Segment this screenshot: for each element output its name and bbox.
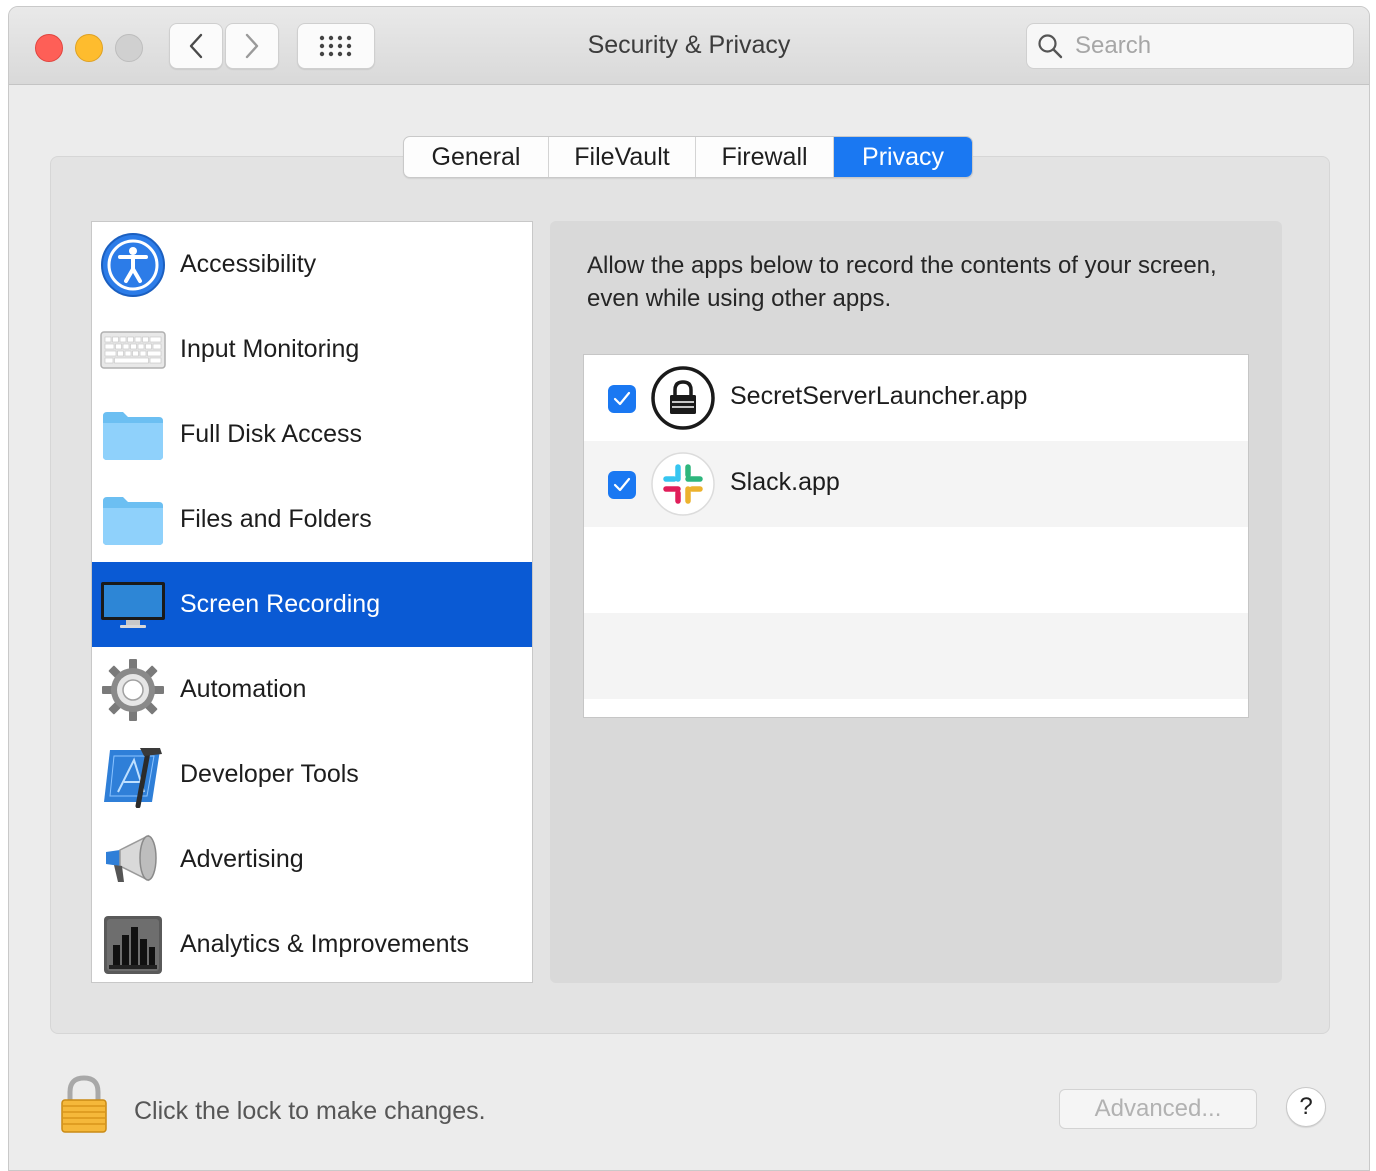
advanced-button[interactable]: Advanced... bbox=[1059, 1089, 1257, 1129]
sidebar-item-files-and-folders[interactable]: Files and Folders bbox=[92, 477, 532, 562]
tab-general[interactable]: General bbox=[404, 137, 549, 177]
sidebar-item-automation[interactable]: Automation bbox=[92, 647, 532, 732]
checkmark-icon bbox=[613, 477, 631, 492]
close-button[interactable] bbox=[35, 34, 63, 62]
padlock-icon bbox=[61, 1075, 107, 1133]
empty-row bbox=[584, 527, 1248, 613]
window-title: Security & Privacy bbox=[587, 31, 791, 59]
back-button[interactable] bbox=[169, 23, 223, 69]
app-checkbox[interactable] bbox=[608, 385, 636, 413]
tab-bar: General FileVault Firewall Privacy bbox=[403, 136, 973, 178]
sidebar-item-developer-tools[interactable]: Developer Tools bbox=[92, 732, 532, 817]
sidebar-item-label: Accessibility bbox=[180, 250, 317, 278]
lock-circle-icon bbox=[650, 365, 716, 431]
app-name: SecretServerLauncher.app bbox=[730, 382, 1028, 410]
folder-icon bbox=[98, 485, 168, 555]
accessibility-icon bbox=[98, 230, 168, 300]
tab-privacy[interactable]: Privacy bbox=[834, 137, 972, 177]
sidebar-item-label: Input Monitoring bbox=[180, 335, 360, 363]
sidebar-item-full-disk-access[interactable]: Full Disk Access bbox=[92, 392, 532, 477]
folder-icon bbox=[98, 400, 168, 470]
forward-button[interactable] bbox=[225, 23, 279, 69]
sidebar-item-label: Advertising bbox=[180, 845, 304, 873]
app-checkbox[interactable] bbox=[608, 471, 636, 499]
app-row[interactable]: SecretServerLauncher.app bbox=[584, 355, 1248, 441]
sidebar-item-label: Files and Folders bbox=[180, 505, 372, 533]
sidebar-item-advertising[interactable]: Advertising bbox=[92, 817, 532, 902]
lock-button[interactable] bbox=[59, 1075, 109, 1140]
zoom-button[interactable] bbox=[115, 34, 143, 62]
analytics-icon bbox=[98, 910, 168, 980]
sidebar-item-label: Automation bbox=[180, 675, 307, 703]
app-list[interactable]: SecretServerLauncher.app Slack.app bbox=[583, 354, 1249, 718]
sidebar-item-label: Developer Tools bbox=[180, 760, 359, 788]
tab-filevault[interactable]: FileVault bbox=[549, 137, 696, 177]
keyboard-icon bbox=[98, 315, 168, 385]
search-field[interactable] bbox=[1026, 23, 1354, 69]
search-input[interactable] bbox=[1073, 28, 1347, 64]
security-privacy-window: Security & Privacy General FileVault Fir… bbox=[8, 6, 1370, 1171]
empty-row bbox=[584, 613, 1248, 699]
chevron-left-icon bbox=[189, 33, 203, 59]
lock-status-text: Click the lock to make changes. bbox=[134, 1097, 486, 1125]
grid-icon bbox=[319, 35, 352, 57]
search-icon bbox=[1038, 34, 1063, 59]
pane-description: Allow the apps below to record the conte… bbox=[587, 252, 1217, 312]
app-row[interactable]: Slack.app bbox=[584, 441, 1248, 527]
title-bar: Security & Privacy bbox=[9, 7, 1369, 85]
sidebar-item-accessibility[interactable]: Accessibility bbox=[92, 222, 532, 307]
sidebar-item-label: Full Disk Access bbox=[180, 420, 362, 448]
developer-tools-icon bbox=[98, 740, 168, 810]
sidebar-item-label: Screen Recording bbox=[180, 590, 381, 618]
slack-icon bbox=[650, 451, 716, 517]
screen-recording-pane: Allow the apps below to record the conte… bbox=[550, 221, 1282, 983]
minimize-button[interactable] bbox=[75, 34, 103, 62]
tab-firewall[interactable]: Firewall bbox=[696, 137, 834, 177]
sidebar-item-screen-recording[interactable]: Screen Recording bbox=[92, 562, 532, 647]
checkmark-icon bbox=[613, 391, 631, 406]
gear-icon bbox=[98, 655, 168, 725]
show-all-button[interactable] bbox=[297, 23, 375, 69]
sidebar-item-label: Analytics & Improvements bbox=[180, 930, 469, 958]
sidebar-item-analytics-improvements[interactable]: Analytics & Improvements bbox=[92, 902, 532, 982]
sidebar-item-input-monitoring[interactable]: Input Monitoring bbox=[92, 307, 532, 392]
display-icon bbox=[98, 570, 168, 640]
privacy-category-list[interactable]: Accessibility Input Monitoring Full Disk… bbox=[91, 221, 533, 983]
app-name: Slack.app bbox=[730, 468, 840, 496]
megaphone-icon bbox=[98, 825, 168, 895]
chevron-right-icon bbox=[245, 33, 259, 59]
help-button[interactable]: ? bbox=[1286, 1087, 1326, 1127]
